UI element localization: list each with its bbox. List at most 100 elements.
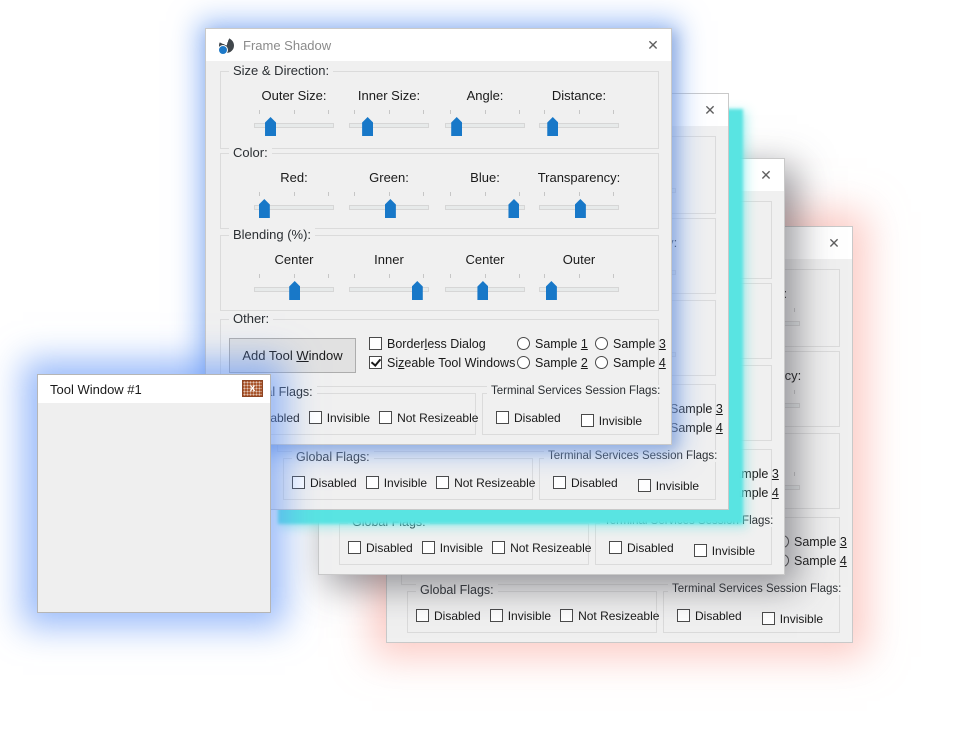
checkbox-box[interactable] xyxy=(492,541,505,554)
slider-handle[interactable] xyxy=(547,117,558,136)
checkbox-box[interactable] xyxy=(560,609,573,622)
checkbox-box[interactable] xyxy=(581,414,594,427)
radio-sample-2[interactable]: Sample 2 xyxy=(517,354,588,371)
slider[interactable] xyxy=(254,192,334,219)
checkbox-box[interactable] xyxy=(677,609,690,622)
checkbox-disabled[interactable]: Disabled xyxy=(416,607,481,624)
slider-handle[interactable] xyxy=(385,199,396,218)
checkbox-box[interactable] xyxy=(496,411,509,424)
checkbox-box[interactable] xyxy=(553,476,566,489)
slider-handle[interactable] xyxy=(362,117,373,136)
slider[interactable] xyxy=(349,192,429,219)
close-icon[interactable]: ✕ xyxy=(635,37,671,54)
slider[interactable] xyxy=(539,192,619,219)
slider-tick xyxy=(389,192,390,196)
tool-window-close-button[interactable]: x xyxy=(242,380,263,397)
radio-circle[interactable] xyxy=(595,337,608,350)
checkbox-box[interactable] xyxy=(348,541,361,554)
slider[interactable] xyxy=(349,110,429,137)
slider-handle[interactable] xyxy=(451,117,462,136)
close-icon[interactable]: ✕ xyxy=(748,167,784,184)
radio-circle[interactable] xyxy=(595,356,608,369)
slider-tick xyxy=(423,110,424,114)
checkbox-box[interactable] xyxy=(379,411,392,424)
checkbox-box[interactable] xyxy=(369,337,382,350)
checkbox-invisible[interactable]: Invisible xyxy=(309,409,370,426)
radio-sample-3[interactable]: Sample 3 xyxy=(595,335,666,352)
frame-shadow-dialog[interactable]: Frame Shadow ✕ Size & Direction: Outer S… xyxy=(205,28,672,445)
close-icon[interactable]: ✕ xyxy=(692,102,728,119)
group-terminal-services-flags: Terminal Services Session Flags: Disable… xyxy=(595,523,772,565)
checkbox-ts-invisible[interactable]: Invisible xyxy=(638,477,699,494)
slider-tick xyxy=(450,192,451,196)
checkbox-ts-disabled[interactable]: Disabled xyxy=(553,474,618,491)
slider-handle[interactable] xyxy=(575,199,586,218)
checkbox-box[interactable] xyxy=(366,476,379,489)
slider[interactable] xyxy=(445,274,525,301)
slider-green: Green: xyxy=(339,170,439,219)
desktop: Frame Shadow ✕ Size & Direction: Outer S… xyxy=(0,0,953,740)
slider[interactable] xyxy=(539,110,619,137)
checkbox-invisible[interactable]: Invisible xyxy=(422,539,483,556)
checkbox-ts-disabled[interactable]: Disabled xyxy=(609,539,674,556)
tool-window-titlebar[interactable]: Tool Window #1 x xyxy=(38,375,270,403)
checkbox-box[interactable] xyxy=(762,612,775,625)
checkbox-disabled[interactable]: Disabled xyxy=(348,539,413,556)
slider-tick xyxy=(354,192,355,196)
slider-handle[interactable] xyxy=(508,199,519,218)
radio-sample-4[interactable]: Sample 4 xyxy=(776,552,847,569)
slider[interactable] xyxy=(254,110,334,137)
checkbox-invisible[interactable]: Invisible xyxy=(490,607,551,624)
slider-tick xyxy=(544,110,545,114)
add-tool-window-button[interactable]: Add Tool Window xyxy=(229,338,356,373)
checkbox-ts-invisible[interactable]: Invisible xyxy=(581,412,642,429)
checkbox-box[interactable] xyxy=(609,541,622,554)
global-flags-row: Disabled Invisible Not Resizeable xyxy=(416,607,668,624)
slider[interactable] xyxy=(445,192,525,219)
checkbox-borderless-dialog[interactable]: Borderless Dialog xyxy=(369,335,515,352)
checkbox-box[interactable] xyxy=(369,356,382,369)
radio-circle[interactable] xyxy=(517,337,530,350)
slider[interactable] xyxy=(254,274,334,301)
slider-handle[interactable] xyxy=(259,199,270,218)
radio-sample-4[interactable]: Sample 4 xyxy=(595,354,666,371)
slider[interactable] xyxy=(349,274,429,301)
slider-handle[interactable] xyxy=(546,281,557,300)
radio-circle[interactable] xyxy=(517,356,530,369)
slider[interactable] xyxy=(445,110,525,137)
checkbox-not-resizeable[interactable]: Not Resizeable xyxy=(560,607,659,624)
checkbox-not-resizeable[interactable]: Not Resizeable xyxy=(492,539,591,556)
slider-track[interactable] xyxy=(349,123,429,128)
radio-sample-1[interactable]: Sample 1 xyxy=(517,335,588,352)
checkbox-box[interactable] xyxy=(436,476,449,489)
slider-handle[interactable] xyxy=(477,281,488,300)
group-label: Global Flags: xyxy=(348,515,430,529)
checkbox-disabled[interactable]: Disabled xyxy=(292,474,357,491)
checkbox-box[interactable] xyxy=(309,411,322,424)
checkbox-label: Invisible xyxy=(712,544,755,558)
checkbox-ts-invisible[interactable]: Invisible xyxy=(694,542,755,559)
slider-handle[interactable] xyxy=(412,281,423,300)
checkbox-box[interactable] xyxy=(416,609,429,622)
checkbox-ts-disabled[interactable]: Disabled xyxy=(496,409,561,426)
checkbox-invisible[interactable]: Invisible xyxy=(366,474,427,491)
slider[interactable] xyxy=(539,274,619,301)
checkbox-box[interactable] xyxy=(292,476,305,489)
slider-handle[interactable] xyxy=(289,281,300,300)
checkbox-box[interactable] xyxy=(694,544,707,557)
checkbox-not-resizeable[interactable]: Not Resizeable xyxy=(436,474,535,491)
checkbox-box[interactable] xyxy=(490,609,503,622)
checkbox-box[interactable] xyxy=(638,479,651,492)
checkbox-label: Sizeable Tool Windows xyxy=(387,356,515,370)
slider-tick xyxy=(794,472,795,476)
checkbox-box[interactable] xyxy=(422,541,435,554)
slider-handle[interactable] xyxy=(265,117,276,136)
titlebar[interactable]: Frame Shadow ✕ xyxy=(206,29,671,61)
checkbox-ts-invisible[interactable]: Invisible xyxy=(762,610,823,627)
checkbox-not-resizeable[interactable]: Not Resizeable xyxy=(379,409,478,426)
checkbox-sizeable-tool-windows[interactable]: Sizeable Tool Windows xyxy=(369,354,515,371)
close-icon[interactable]: ✕ xyxy=(816,235,852,252)
radio-sample-3[interactable]: Sample 3 xyxy=(776,533,847,550)
tool-window-1[interactable]: Tool Window #1 x xyxy=(37,374,271,613)
checkbox-ts-disabled[interactable]: Disabled xyxy=(677,607,742,624)
